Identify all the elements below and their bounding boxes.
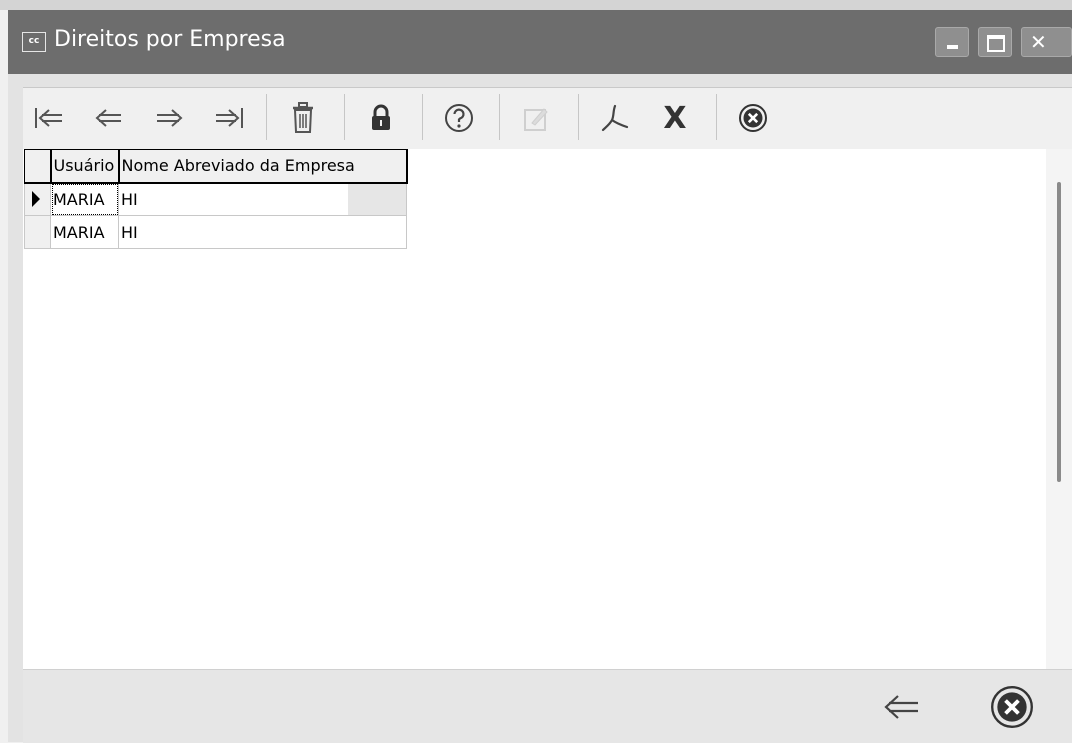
row-indicator[interactable]: [24, 182, 51, 216]
previous-record-icon: [95, 109, 121, 127]
toolbar-separator: [422, 94, 423, 140]
pdf-icon: [601, 104, 629, 132]
cell-usuario[interactable]: MARIA: [50, 182, 119, 216]
maximize-icon: [987, 35, 1005, 52]
row-indicator[interactable]: [24, 215, 51, 249]
lock-button[interactable]: [359, 93, 403, 143]
next-record-button[interactable]: [147, 93, 191, 143]
grid-corner: [24, 149, 52, 184]
cell-usuario[interactable]: MARIA: [50, 215, 119, 249]
first-record-icon: [35, 108, 62, 128]
cell-empresa[interactable]: HI: [118, 215, 407, 249]
toolbar-separator: [344, 94, 345, 140]
help-button[interactable]: [437, 93, 481, 143]
back-arrow-icon: [884, 695, 918, 719]
cell-empresa-text: HI: [121, 189, 138, 209]
vertical-scrollbar[interactable]: [1046, 149, 1072, 669]
lock-icon: [372, 104, 390, 130]
back-button[interactable]: [878, 684, 926, 730]
scrollbar-thumb[interactable]: [1057, 182, 1061, 482]
edit-icon: [524, 108, 548, 131]
close-window-button[interactable]: ✕: [1021, 27, 1072, 57]
table-row[interactable]: MARIA HI: [24, 215, 407, 249]
toolbar-separator: [716, 94, 717, 140]
window-title: Direitos por Empresa: [54, 27, 286, 52]
column-header-empresa[interactable]: Nome Abreviado da Empresa: [118, 149, 408, 184]
current-row-arrow-icon: [32, 191, 40, 208]
toolbar-separator: [266, 94, 267, 140]
toolbar: X: [23, 87, 1072, 150]
cell-empresa[interactable]: HI: [118, 182, 407, 216]
excel-x-icon: X: [663, 100, 687, 136]
pdf-button[interactable]: [593, 93, 637, 143]
last-record-button[interactable]: [207, 93, 251, 143]
title-bar[interactable]: cc Direitos por Empresa ✕: [8, 10, 1072, 74]
toolbar-separator: [499, 94, 500, 140]
cancel-button[interactable]: [988, 684, 1036, 730]
app-icon[interactable]: cc: [22, 32, 46, 52]
table-row[interactable]: MARIA HI: [24, 182, 407, 216]
toolbar-separator: [578, 94, 579, 140]
delete-button[interactable]: [281, 93, 325, 143]
grid-header-row: Usuário Nome Abreviado da Empresa: [24, 149, 408, 184]
close-form-button[interactable]: [731, 93, 775, 143]
minimize-icon: [947, 45, 958, 49]
help-icon: [445, 104, 473, 132]
edit-button[interactable]: [515, 93, 559, 143]
last-record-icon: [216, 108, 243, 128]
cell-highlight: [348, 183, 406, 215]
close-icon: ✕: [1030, 30, 1047, 54]
bottom-panel: [23, 669, 1072, 743]
maximize-button[interactable]: [978, 27, 1012, 57]
window-body: X Usuário Nome Abreviado da Empresa MARI…: [8, 74, 1072, 743]
first-record-button[interactable]: [27, 93, 71, 143]
excel-button[interactable]: X: [653, 93, 697, 143]
top-strip: [0, 0, 1072, 10]
previous-record-button[interactable]: [87, 93, 131, 143]
next-record-icon: [157, 109, 183, 127]
minimize-button[interactable]: [935, 27, 969, 57]
trash-icon: [293, 102, 313, 133]
close-circle-icon: [739, 104, 767, 132]
column-header-usuario[interactable]: Usuário: [50, 149, 120, 184]
data-grid[interactable]: Usuário Nome Abreviado da Empresa MARIA …: [23, 149, 1072, 669]
close-circle-icon: [991, 686, 1033, 728]
